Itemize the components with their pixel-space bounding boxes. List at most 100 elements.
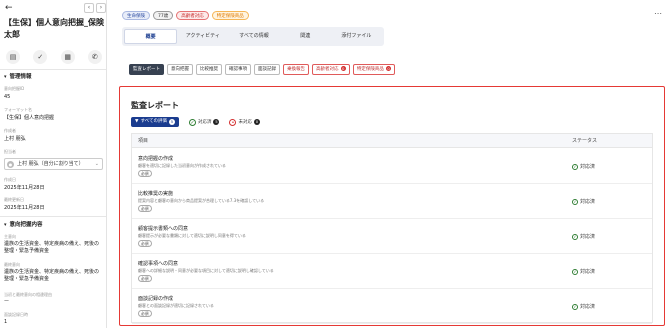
status-label: 対応済 (580, 304, 596, 310)
subtab-chip[interactable]: 面談記録 (254, 64, 280, 75)
subtab-chip-label: 比較推奨 (200, 67, 218, 72)
more-options-icon[interactable]: ⋯ (654, 9, 662, 18)
row-title: 面談記録の作成 (138, 296, 174, 302)
tab-bar: 概要 アクティビティ すべての情報 関連 添付ファイル (122, 27, 384, 46)
chevron-down-icon: ▾ (4, 74, 7, 80)
subtab-chip-label: 監査レポート (133, 67, 160, 72)
chevron-down-icon: ⌄ (94, 161, 99, 167)
divider (0, 216, 106, 217)
status-label: 対応済 (580, 269, 596, 275)
subtab-chip[interactable]: 監査レポート (129, 64, 164, 75)
calendar-icon[interactable]: ▦ (60, 50, 75, 64)
main-intent-label: 主意向 (4, 234, 16, 239)
subtab-chip[interactable]: 高齢者対応 0 (312, 64, 350, 75)
sidebar-header: ← ‹ › (0, 0, 106, 13)
main-intent-value: 遺族の生活資金、特定疾病の備え、死後の整理・緊急予備資金 (4, 241, 100, 254)
subtab-chip[interactable]: 確認事項 (225, 64, 251, 75)
table-row[interactable]: 意向把握の作成 顧客を適切に記録した当初意向が作成されている 必須 ✓ 対応済 (132, 149, 652, 184)
record-date-value: 1 (4, 319, 8, 325)
diff-value: ー (4, 299, 10, 305)
subtab-chip-label: 確認事項 (229, 67, 247, 72)
required-badge: 必須 (138, 310, 152, 317)
table-row[interactable]: 面談記録の作成 顧客との面談記録が適切に記録されている 必須 ✓ 対応済 (132, 289, 652, 324)
alert-circle-icon: • (229, 118, 237, 126)
status-filters: ▼ すべての評価 5 ✓ 対応済 5 • 未対応 0 (131, 117, 260, 127)
row-description: 顧客との面談記録が適切に記録されている (138, 303, 214, 308)
row-title: 比較推奨の実施 (138, 191, 174, 197)
table-row[interactable]: 確認事項への同意 顧客への詳細な説明・同意が必要な項目に対して適切に説明し確認して… (132, 254, 652, 289)
col-status-header: ステータス (572, 138, 598, 144)
divider (0, 69, 106, 70)
assignee-label: 担当者 (4, 149, 16, 154)
subtab-chip-label: 面談記録 (258, 67, 276, 72)
prev-record-icon[interactable]: ‹ (84, 3, 94, 13)
tag-badge: 生命保険 (122, 11, 150, 20)
back-arrow-icon[interactable]: ← (5, 3, 13, 13)
check-circle-icon: ✓ (188, 118, 196, 126)
status-cell: ✓ 対応済 (572, 198, 595, 205)
filter-todo-button[interactable]: • 未対応 0 (229, 118, 260, 126)
filter-icon: ▼ (135, 119, 139, 124)
filter-all-label: すべての評価 (140, 119, 167, 124)
check-icon[interactable]: ✓ (33, 50, 48, 64)
tab-attachments[interactable]: 添付ファイル (331, 29, 382, 44)
created-label: 作成日 (4, 177, 16, 182)
subtab-chip[interactable]: 乗換報告 (283, 64, 309, 75)
next-record-icon[interactable]: › (96, 3, 106, 13)
assignee-select[interactable]: ● 上村 朋弘（自分に割り当て） ⌄ (4, 158, 103, 170)
audit-table: 項目 ステータス 意向把握の作成 顧客を適切に記録した当初意向が作成されている 必須… (131, 133, 653, 324)
subtab-chip-label: 特定保険商品 (356, 67, 384, 72)
subtab-chip[interactable]: 特定保険商品 0 (352, 64, 396, 75)
subtab-chip-label: 乗換報告 (287, 67, 305, 72)
assignee-value: 上村 朋弘（自分に割り当て） (17, 161, 84, 167)
row-title: 顧客提示書類への同意 (138, 226, 189, 232)
check-circle-icon: ✓ (572, 163, 578, 170)
tag-badges: 生命保険 77歳 高齢者対応 特定保険商品 (122, 11, 249, 20)
subtab-chips: 監査レポート 意向把握 比較推奨 確認事項 面談記録 乗換報告 高齢者対応 0 特定保険商品 0 (129, 64, 396, 75)
final-intent-label: 最終意向 (4, 262, 20, 267)
status-cell: ✓ 対応済 (572, 233, 595, 240)
diff-label: 当初と最終意向の相違理由 (4, 292, 52, 297)
subtab-chip-label: 意向把握 (171, 67, 189, 72)
table-row[interactable]: 顧客提示書類への同意 顧客提示が必要な書類に対して適切に説明し同意を得ている 必須 ✓… (132, 219, 652, 254)
section-management[interactable]: ▾ 管理情報 (4, 72, 32, 80)
required-badge: 必須 (138, 170, 152, 177)
phone-icon[interactable]: ✆ (87, 50, 102, 64)
status-label: 対応済 (580, 234, 596, 240)
count-badge: 0 (253, 119, 260, 125)
status-label: 対応済 (580, 199, 596, 205)
row-description: 顧客への詳細な説明・同意が必要な項目に対して適切に説明し確認している (138, 268, 274, 273)
tab-related[interactable]: 関連 (280, 29, 331, 44)
filter-done-button[interactable]: ✓ 対応済 5 (188, 118, 220, 126)
final-intent-value: 遺族の生活資金、特定疾病の備え、死後の整理・緊急予備資金 (4, 269, 100, 282)
table-row[interactable]: 比較推奨の実施 提案内容と顧客の意向から商品提案が合理している7.3を確認している… (132, 184, 652, 219)
updated-label: 最終更新日 (4, 197, 24, 202)
subtab-chip[interactable]: 比較推奨 (196, 64, 222, 75)
message-icon[interactable]: ▤ (6, 50, 20, 64)
tag-badge: 77歳 (153, 11, 174, 20)
section-label: 意向把握内容 (9, 222, 43, 228)
filter-all-button[interactable]: ▼ すべての評価 5 (131, 117, 179, 127)
tab-all-info[interactable]: すべての情報 (228, 29, 279, 44)
row-description: 顧客提示が必要な書類に対して適切に説明し同意を得ている (138, 233, 246, 238)
avatar: ● (7, 161, 14, 168)
tab-overview[interactable]: 概要 (124, 29, 178, 44)
required-badge: 必須 (138, 275, 152, 282)
col-item-header: 項目 (138, 138, 149, 144)
tag-badge: 高齢者対応 (176, 11, 209, 20)
author-label: 作成者 (4, 128, 16, 133)
record-date-label: 面談記録日時 (4, 312, 28, 317)
subtab-chip[interactable]: 意向把握 (167, 64, 193, 75)
tab-activity[interactable]: アクティビティ (177, 29, 228, 44)
required-badge: 必須 (138, 205, 152, 212)
check-circle-icon: ✓ (572, 303, 578, 310)
record-sidebar: ← ‹ › 【生保】個人意向把握_保険 太郎 ▤ ✓ ▦ ✆ ▾ 管理情報 意向把… (0, 0, 107, 328)
count-badge: 0 (385, 66, 392, 71)
row-title: 確認事項への同意 (138, 261, 179, 267)
status-cell: ✓ 対応済 (572, 268, 595, 275)
section-intent[interactable]: ▾ 意向把握内容 (4, 220, 43, 228)
check-circle-icon: ✓ (572, 198, 578, 205)
intent-id-value: 45 (4, 94, 11, 100)
author-value: 上村 朋弘 (4, 136, 26, 142)
updated-value: 2025年11月28日 (4, 205, 45, 211)
